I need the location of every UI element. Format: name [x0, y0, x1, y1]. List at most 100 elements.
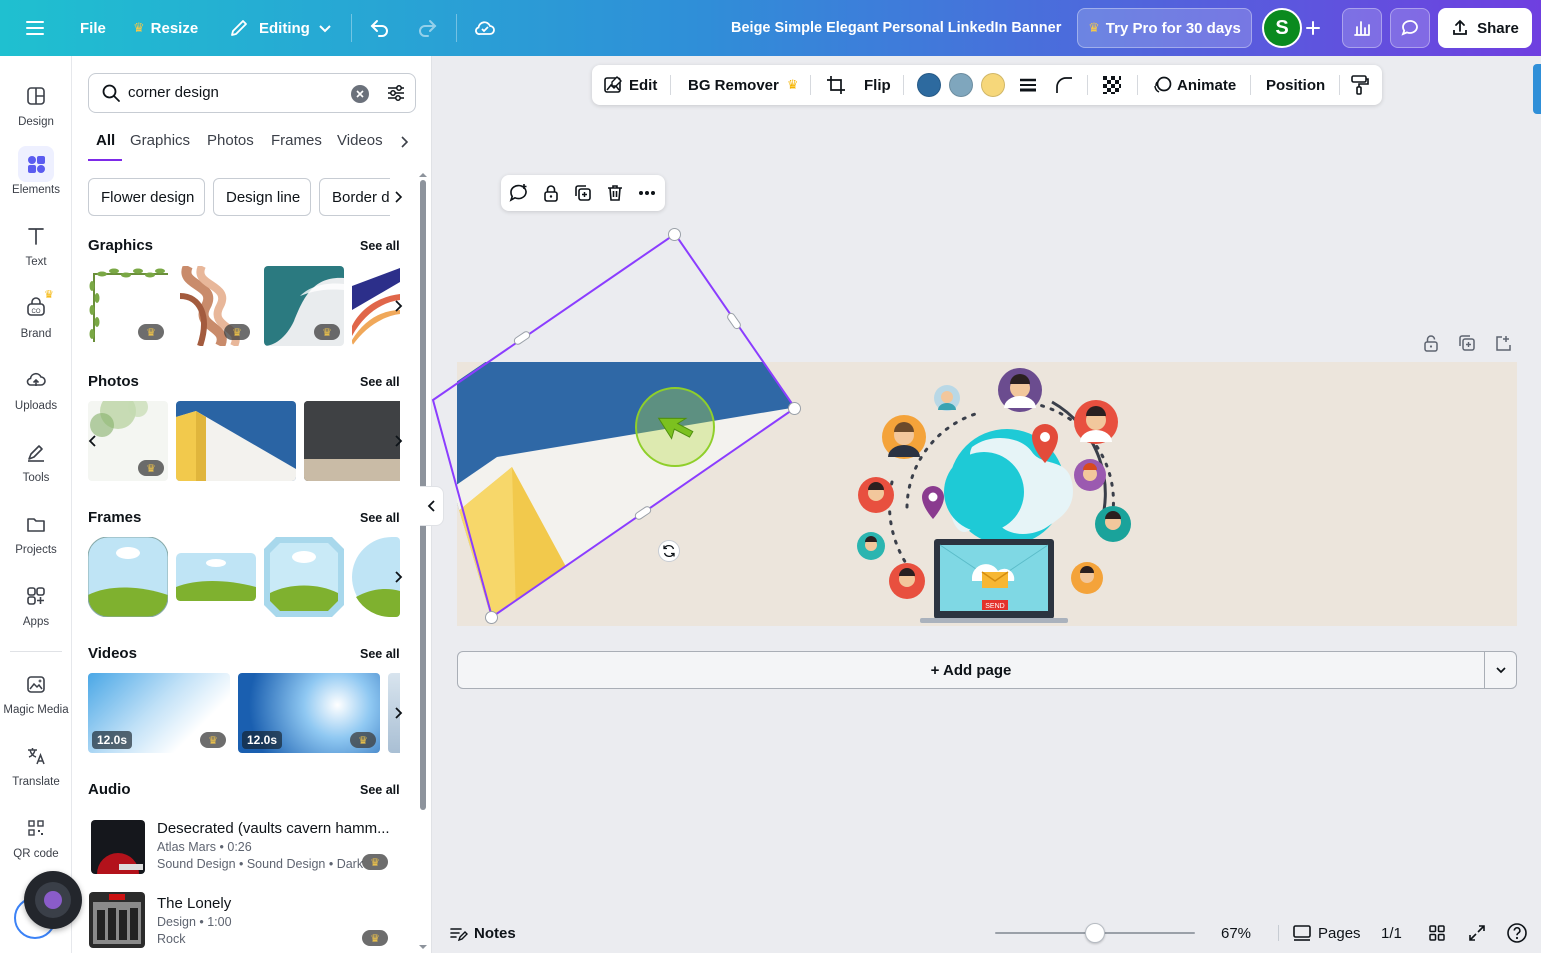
see-all-audio[interactable]: See all [360, 783, 400, 797]
duplicate-page-icon[interactable] [1457, 333, 1477, 353]
frame-thumbnail[interactable] [176, 553, 256, 601]
graphic-thumbnail[interactable]: ♛ [264, 266, 344, 346]
rail-projects[interactable]: Projects [0, 506, 72, 570]
border-style-button[interactable] [1018, 65, 1038, 105]
pages-button[interactable]: Pages [1292, 913, 1361, 953]
rail-translate[interactable]: Translate [0, 738, 72, 802]
chevron-right-icon[interactable] [397, 135, 411, 149]
filter-icon[interactable] [386, 83, 406, 103]
photo-thumbnail[interactable] [304, 401, 400, 481]
search-input[interactable] [128, 84, 338, 101]
bg-remover-label: BG Remover [688, 76, 779, 94]
animate-button[interactable]: Animate [1151, 65, 1236, 105]
comments-button[interactable] [1390, 8, 1430, 48]
assistant-button[interactable] [24, 871, 82, 929]
copy-style-button[interactable] [1350, 65, 1370, 105]
audio-item[interactable]: The Lonely Design • 1:00 Rock ♛ [72, 890, 412, 950]
audio-tags: Rock [157, 932, 186, 946]
graphics-next-button[interactable] [388, 290, 408, 322]
see-all-photos[interactable]: See all [360, 375, 400, 389]
grid-view-icon[interactable] [1427, 913, 1447, 953]
add-comment-icon[interactable] [507, 181, 531, 205]
add-collaborator-button[interactable] [1296, 8, 1330, 48]
file-menu[interactable]: File [80, 0, 106, 56]
add-page-icon[interactable] [1493, 333, 1513, 353]
notes-button[interactable]: Notes [448, 913, 516, 953]
try-pro-button[interactable]: ♛ Try Pro for 30 days [1077, 8, 1252, 48]
chips-next-button[interactable] [390, 178, 405, 216]
color-swatch-2[interactable] [949, 73, 973, 97]
tab-graphics[interactable]: Graphics [130, 132, 190, 149]
fullscreen-icon[interactable] [1467, 913, 1487, 953]
add-page-button[interactable]: + Add page [458, 652, 1484, 688]
redo-icon[interactable] [416, 0, 438, 56]
search-box[interactable] [88, 73, 416, 113]
zoom-slider-knob[interactable] [1085, 923, 1105, 943]
videos-next-button[interactable] [388, 697, 408, 729]
rail-qr-code[interactable]: QR code [0, 810, 72, 874]
frame-thumbnail[interactable] [88, 537, 168, 617]
insights-button[interactable] [1342, 8, 1382, 48]
photo-thumbnail[interactable] [176, 401, 296, 481]
add-page-options-button[interactable] [1484, 652, 1517, 688]
resize-handle-bottom[interactable] [485, 611, 498, 624]
lock-page-icon[interactable] [1421, 333, 1441, 353]
suggestion-chip[interactable]: Flower design [88, 178, 205, 216]
video-thumbnail[interactable]: 12.0s ♛ [238, 673, 380, 753]
transparency-button[interactable] [1101, 65, 1123, 105]
zoom-level[interactable]: 67% [1221, 913, 1251, 953]
rail-text[interactable]: Text [0, 218, 72, 282]
clear-search-button[interactable] [351, 85, 369, 103]
lock-icon[interactable] [539, 181, 563, 205]
help-icon[interactable] [1506, 913, 1528, 953]
photos-next-button[interactable] [388, 425, 408, 457]
graphic-thumbnail[interactable]: ♛ [88, 266, 168, 346]
see-all-frames[interactable]: See all [360, 511, 400, 525]
rotate-handle[interactable] [658, 540, 680, 562]
document-title[interactable]: Beige Simple Elegant Personal LinkedIn B… [731, 0, 1061, 56]
rail-design[interactable]: Design [0, 78, 72, 142]
edit-image-button[interactable]: Edit [603, 65, 657, 105]
duplicate-icon[interactable] [571, 181, 595, 205]
rail-tools[interactable]: Tools [0, 434, 72, 498]
flip-button[interactable]: Flip [864, 65, 891, 105]
rail-magic-media[interactable]: Magic Media [0, 666, 72, 730]
rail-apps[interactable]: Apps [0, 578, 72, 642]
graphic-thumbnail[interactable]: ♛ [180, 266, 252, 346]
position-button[interactable]: Position [1266, 65, 1325, 105]
audio-item[interactable]: Desecrated (vaults cavern hamm... Atlas … [72, 816, 412, 880]
resize-button[interactable]: ♛ Resize [133, 0, 198, 56]
see-all-graphics[interactable]: See all [360, 239, 400, 253]
cloud-saved-icon[interactable] [473, 0, 497, 56]
photo-thumbnail[interactable]: ♛ [88, 401, 168, 481]
scroll-down-arrow[interactable] [418, 938, 428, 949]
undo-icon[interactable] [369, 0, 391, 56]
resize-handle-right[interactable] [788, 402, 801, 415]
menu-icon[interactable] [24, 0, 46, 56]
color-swatch-3[interactable] [981, 73, 1005, 97]
photos-prev-button[interactable] [86, 426, 100, 456]
tab-all[interactable]: All [96, 132, 115, 149]
suggestion-chip[interactable]: Design line [213, 178, 311, 216]
see-all-videos[interactable]: See all [360, 647, 400, 661]
rail-brand[interactable]: CO ♛ Brand [0, 289, 72, 354]
bg-remover-button[interactable]: BG Remover ♛ [688, 65, 799, 105]
trash-icon[interactable] [603, 181, 627, 205]
tab-photos[interactable]: Photos [207, 132, 254, 149]
corner-rounding-button[interactable] [1054, 65, 1074, 105]
tab-videos[interactable]: Videos [337, 132, 383, 149]
scroll-up-arrow[interactable] [418, 166, 428, 177]
rail-uploads[interactable]: Uploads [0, 362, 72, 426]
color-swatch-1[interactable] [917, 73, 941, 97]
more-options-icon[interactable] [635, 181, 659, 205]
share-button[interactable]: Share [1438, 8, 1532, 48]
frame-thumbnail[interactable] [264, 537, 344, 617]
frames-next-button[interactable] [388, 561, 408, 593]
editing-dropdown[interactable]: Editing [229, 0, 332, 56]
tab-frames[interactable]: Frames [271, 132, 322, 149]
rail-elements[interactable]: Elements [0, 146, 72, 210]
resize-handle-top[interactable] [668, 228, 681, 241]
video-thumbnail[interactable]: 12.0s ♛ [88, 673, 230, 753]
right-panel-tab[interactable] [1533, 64, 1541, 114]
crop-button[interactable] [826, 65, 846, 105]
